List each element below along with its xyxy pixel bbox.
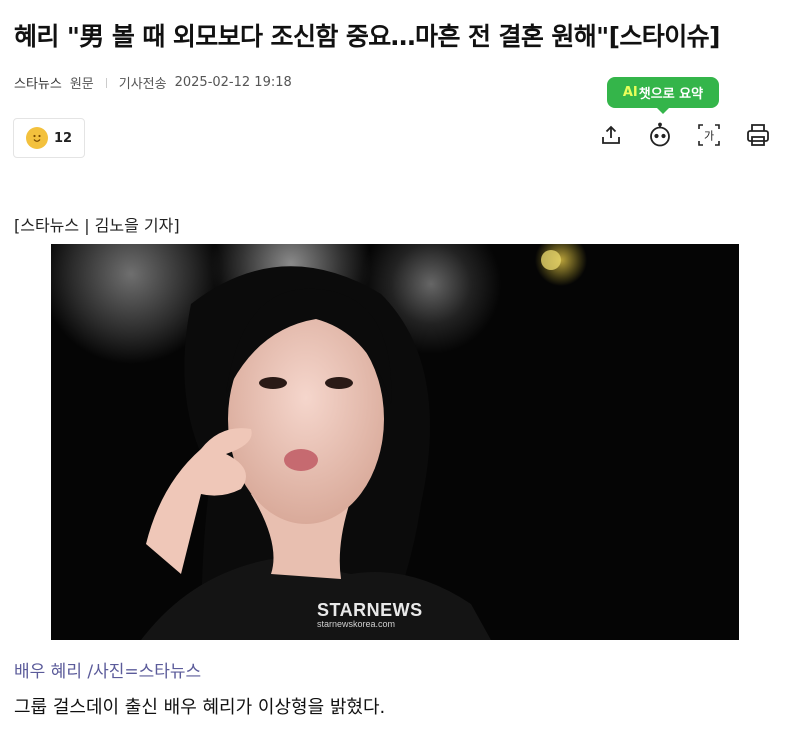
- print-icon: [747, 124, 769, 146]
- font-size-button[interactable]: 가: [694, 120, 724, 150]
- press-name[interactable]: 스타뉴스: [14, 73, 62, 92]
- article-body-paragraph: 그룹 걸스데이 출신 배우 혜리가 이상형을 밝혔다.: [14, 697, 386, 718]
- font-size-glyph: 가: [704, 130, 714, 143]
- photo-caption: 배우 혜리 /사진=스타뉴스: [14, 662, 202, 682]
- ai-bot-button[interactable]: [645, 120, 675, 150]
- watermark-title: STARNEWS: [317, 600, 423, 620]
- ai-bot-icon: [650, 122, 670, 147]
- share-button[interactable]: [596, 120, 626, 150]
- meta-divider: [105, 77, 107, 88]
- ai-summary-tooltip[interactable]: AI 챗으로 요약: [607, 77, 719, 114]
- article-meta: 스타뉴스 원문 기사전송 2025-02-12 19:18: [14, 73, 292, 92]
- ai-label: AI: [622, 85, 638, 100]
- source-link[interactable]: 원문: [70, 73, 94, 92]
- reaction-count: 12: [53, 130, 73, 146]
- print-button[interactable]: [743, 120, 773, 150]
- reaction-face-icon: [25, 127, 48, 149]
- reaction-button[interactable]: 12: [13, 118, 85, 158]
- article-timestamp: 2025-02-12 19:18: [174, 75, 292, 90]
- sent-label: 기사전송: [118, 77, 167, 92]
- font-size-icon: 가: [698, 124, 720, 146]
- photo-watermark: STARNEWS starnewskorea.com: [317, 600, 423, 629]
- article-byline: [스타뉴스 | 김노을 기자]: [14, 216, 180, 235]
- photo-figure: [141, 250, 561, 640]
- article-headline: 혜리 "男 볼 때 외모보다 조신함 중요…마흔 전 결혼 원해"[스타이슈]: [14, 22, 720, 51]
- article-photo[interactable]: STARNEWS starnewskorea.com: [51, 244, 739, 640]
- ai-summary-label: 챗으로 요약: [638, 87, 704, 102]
- share-icon: [602, 125, 620, 144]
